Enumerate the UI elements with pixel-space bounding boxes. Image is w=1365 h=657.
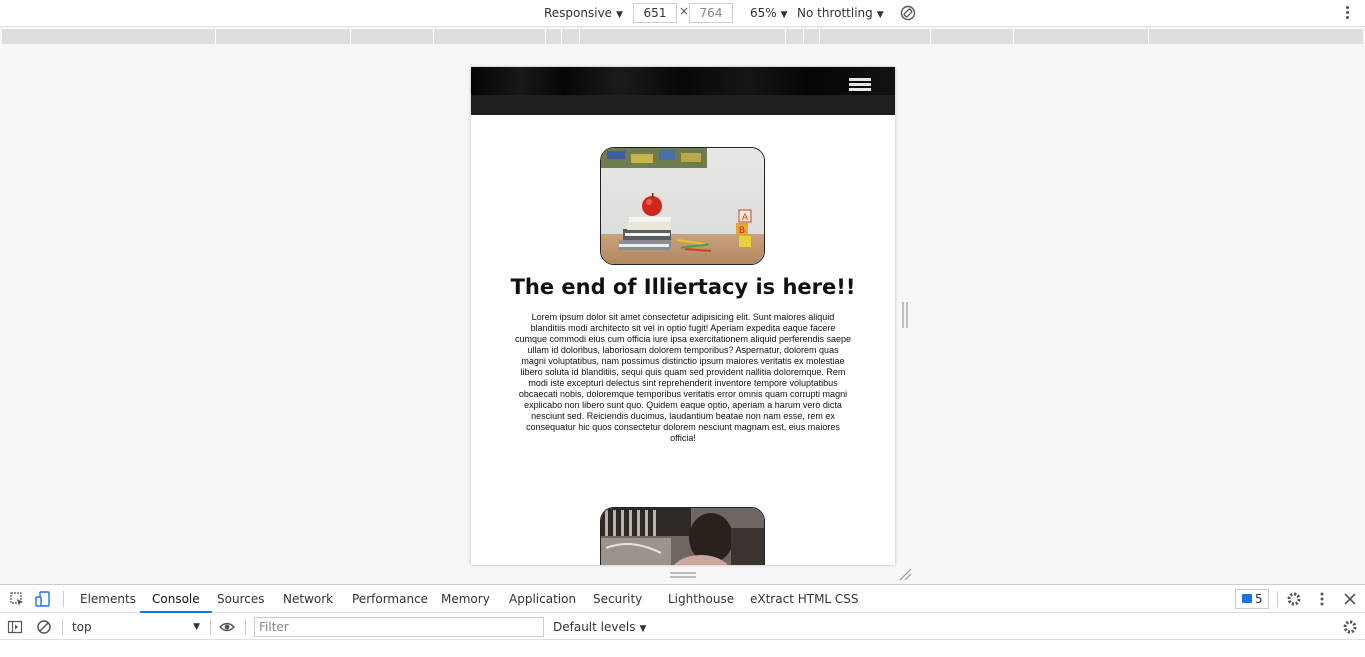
tab-extract-html-css[interactable]: eXtract HTML CSS: [750, 585, 859, 613]
console-toolbar: top ▼ Filter Default levels ▼: [0, 614, 1365, 640]
log-levels-dropdown[interactable]: Default levels ▼: [553, 618, 646, 636]
throttling-label: No throttling: [797, 6, 873, 20]
rotate-icon[interactable]: [900, 5, 916, 21]
devtools-panel: Elements Console Sources Network Perform…: [0, 584, 1365, 657]
device-mode-dropdown[interactable]: Responsive ▼: [544, 0, 623, 27]
height-input[interactable]: 764: [689, 3, 733, 23]
resize-handle-right[interactable]: [902, 302, 908, 328]
more-options-icon[interactable]: [1343, 6, 1351, 22]
zoom-dropdown[interactable]: 65% ▼: [750, 0, 788, 27]
caret-down-icon: ▼: [193, 622, 200, 632]
caret-down-icon: ▼: [616, 10, 623, 20]
tab-lighthouse[interactable]: Lighthouse: [668, 585, 734, 613]
issues-badge[interactable]: 5: [1235, 589, 1269, 609]
resize-corner-icon[interactable]: [898, 567, 912, 581]
svg-text:A: A: [742, 213, 749, 223]
tab-sources[interactable]: Sources: [217, 585, 264, 613]
console-settings-gear-icon[interactable]: [1342, 619, 1358, 635]
site-navbar: [471, 67, 895, 115]
media-query-bar[interactable]: [2, 29, 1363, 44]
message-icon: [1242, 594, 1252, 603]
tab-application[interactable]: Application: [509, 585, 576, 613]
throttling-dropdown[interactable]: No throttling ▼: [797, 0, 884, 27]
page-body-text: Lorem ipsum dolor sit amet consectetur a…: [515, 312, 852, 443]
devtools-tab-bar: Elements Console Sources Network Perform…: [0, 585, 1365, 613]
caret-down-icon: ▼: [876, 10, 884, 20]
dimension-separator: ×: [679, 4, 690, 18]
student-image: [600, 507, 765, 565]
settings-gear-icon[interactable]: [1286, 591, 1302, 607]
log-levels-label: Default levels: [553, 620, 636, 634]
device-toggle-icon[interactable]: [35, 591, 51, 607]
close-icon[interactable]: [1342, 591, 1358, 607]
clear-console-icon[interactable]: [36, 619, 52, 635]
tab-elements[interactable]: Elements: [80, 585, 136, 613]
resize-handle-bottom[interactable]: [670, 572, 696, 578]
device-mode-label: Responsive: [544, 6, 613, 20]
more-options-icon[interactable]: [1314, 591, 1330, 607]
zoom-label: 65%: [750, 6, 777, 20]
tab-network[interactable]: Network: [283, 585, 333, 613]
caret-down-icon: ▼: [639, 624, 647, 634]
context-label: top: [72, 620, 92, 634]
device-toolbar: Responsive ▼ 651 × 764 65% ▼ No throttling…: [0, 0, 1365, 27]
context-select[interactable]: top ▼: [72, 618, 204, 636]
classroom-image: A B: [600, 147, 765, 265]
device-viewport: A B The end of Illiertacy is here!! Lore…: [471, 67, 895, 565]
issues-count: 5: [1255, 592, 1263, 606]
svg-text:B: B: [739, 226, 745, 236]
width-input[interactable]: 651: [633, 3, 677, 23]
sidebar-toggle-icon[interactable]: [7, 619, 23, 635]
tab-performance[interactable]: Performance: [352, 585, 428, 613]
console-filter-input[interactable]: Filter: [254, 617, 544, 637]
caret-down-icon: ▼: [780, 10, 788, 20]
tab-console[interactable]: Console: [140, 585, 212, 613]
live-expression-eye-icon[interactable]: [219, 619, 235, 635]
tab-security[interactable]: Security: [593, 585, 642, 613]
page-headline: The end of Illiertacy is here!!: [510, 275, 856, 299]
tab-memory[interactable]: Memory: [441, 585, 490, 613]
hamburger-menu-icon[interactable]: [849, 78, 871, 92]
inspect-element-icon[interactable]: [9, 591, 25, 607]
